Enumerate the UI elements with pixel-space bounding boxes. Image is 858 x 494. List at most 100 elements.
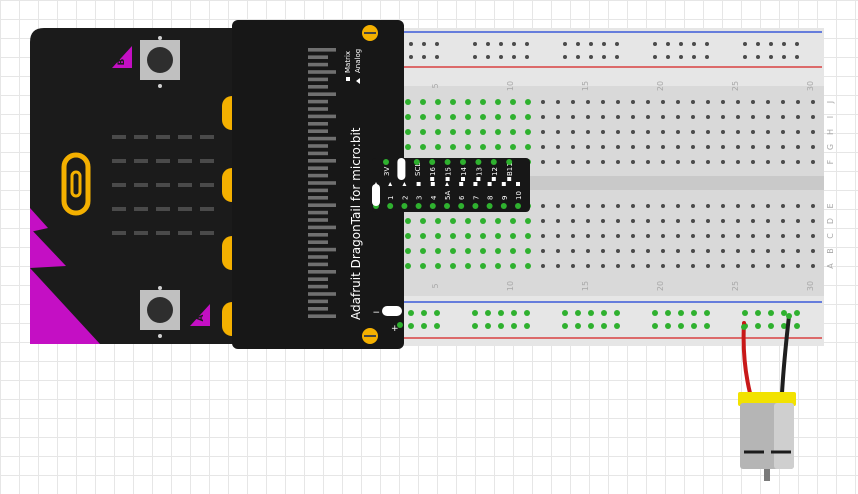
button-a-cap[interactable] <box>147 297 173 323</box>
breadboard-hole <box>811 145 815 149</box>
breadboard-hole <box>450 248 456 254</box>
pin-label-bottom: 10 <box>515 191 523 200</box>
breadboard-hole <box>495 233 501 239</box>
column-number: 10 <box>506 281 515 291</box>
breadboard-hole <box>541 160 545 164</box>
column-number: 15 <box>581 281 590 291</box>
breadboard-hole <box>691 219 695 223</box>
breadboard-hole <box>646 264 650 268</box>
row-letter: A <box>826 263 835 269</box>
breadboard-hole <box>766 130 770 134</box>
bus-hole <box>499 55 503 59</box>
pin-matrix-marker <box>461 177 465 181</box>
bus-hole <box>485 323 491 329</box>
breadboard-hole <box>525 263 531 269</box>
breadboard-hole <box>480 144 486 150</box>
breadboard-hole <box>586 115 590 119</box>
breadboard-hole <box>601 234 605 238</box>
breadboard-hole <box>736 204 740 208</box>
breadboard-hole <box>781 219 785 223</box>
breadboard-hole <box>706 100 710 104</box>
breadboard-hole <box>811 234 815 238</box>
edge-finger <box>308 270 336 274</box>
breadboard-hole <box>736 115 740 119</box>
pin-header-hole <box>383 159 389 165</box>
breadboard-hole <box>751 115 755 119</box>
led <box>200 231 214 235</box>
breadboard-hole <box>420 218 426 224</box>
bus-hole <box>435 42 439 46</box>
bus-hole <box>589 55 593 59</box>
pin-header-hole <box>429 203 436 209</box>
bus-hole <box>601 310 607 316</box>
breadboard-hole <box>450 114 456 120</box>
pin-matrix-marker <box>476 177 481 181</box>
edge-finger <box>308 299 328 304</box>
breadboard-hole <box>420 144 426 150</box>
bus-hole <box>666 55 670 59</box>
breadboard-hole <box>706 234 710 238</box>
bus-hole <box>511 310 517 316</box>
edge-finger <box>308 114 336 119</box>
breadboard-hole <box>510 144 516 150</box>
led <box>112 231 126 235</box>
led <box>112 207 126 211</box>
breadboard-hole <box>495 114 501 120</box>
bus-hole <box>473 42 477 46</box>
bus-hole <box>473 55 477 59</box>
breadboard-hole <box>601 204 605 208</box>
edge-finger <box>308 77 328 82</box>
breadboard-hole <box>616 264 620 268</box>
column-number: 5 <box>431 83 440 88</box>
bus-hole <box>421 310 427 316</box>
breadboard-hole <box>811 115 815 119</box>
breadboard-hole <box>435 114 441 120</box>
pin-header-hole <box>500 203 507 209</box>
breadboard-hole <box>510 248 516 254</box>
breadboard-hole <box>435 248 441 254</box>
bus-hole <box>486 55 490 59</box>
bus-hole <box>485 310 491 316</box>
pin-label-bottom: 5A <box>444 191 452 200</box>
pin-header-hole <box>415 203 422 209</box>
breadboard-hole <box>541 204 545 208</box>
breadboard-hole <box>811 264 815 268</box>
column-number: 20 <box>656 281 665 291</box>
breadboard-hole <box>736 249 740 253</box>
breadboard-hole <box>811 219 815 223</box>
button-b-cap[interactable] <box>147 47 173 73</box>
breadboard-hole <box>405 129 411 135</box>
breadboard-hole <box>495 99 501 105</box>
bus-hole <box>756 55 760 59</box>
breadboard-hole <box>601 145 605 149</box>
breadboard-hole <box>616 204 620 208</box>
breadboard-hole <box>541 145 545 149</box>
breadboard-hole <box>766 249 770 253</box>
breadboard-hole <box>586 234 590 238</box>
breadboard-hole <box>691 264 695 268</box>
bus-hole <box>679 55 683 59</box>
pin-header-hole <box>444 203 450 209</box>
breadboard-hole <box>571 234 575 238</box>
button-a-label: A <box>196 314 206 321</box>
edge-finger <box>308 255 328 259</box>
breadboard-hole <box>510 263 516 269</box>
edge-finger <box>308 144 328 148</box>
breadboard-hole <box>676 100 680 104</box>
pin-label-bottom: 2 <box>401 196 409 200</box>
bus-hole <box>795 55 799 59</box>
breadboard-hole <box>676 145 680 149</box>
breadboard-hole <box>616 100 620 104</box>
breadboard-hole <box>480 248 486 254</box>
bus-hole <box>525 55 529 59</box>
breadboard-hole <box>571 264 575 268</box>
breadboard-hole <box>706 145 710 149</box>
bus-hole <box>755 310 761 316</box>
breadboard-hole <box>781 264 785 268</box>
breadboard-hole <box>480 99 486 105</box>
edge-finger <box>308 85 328 89</box>
breadboard-hole <box>616 160 620 164</box>
breadboard-hole <box>691 249 695 253</box>
button-a-hole-top <box>158 286 162 290</box>
bus-hole <box>472 310 478 316</box>
